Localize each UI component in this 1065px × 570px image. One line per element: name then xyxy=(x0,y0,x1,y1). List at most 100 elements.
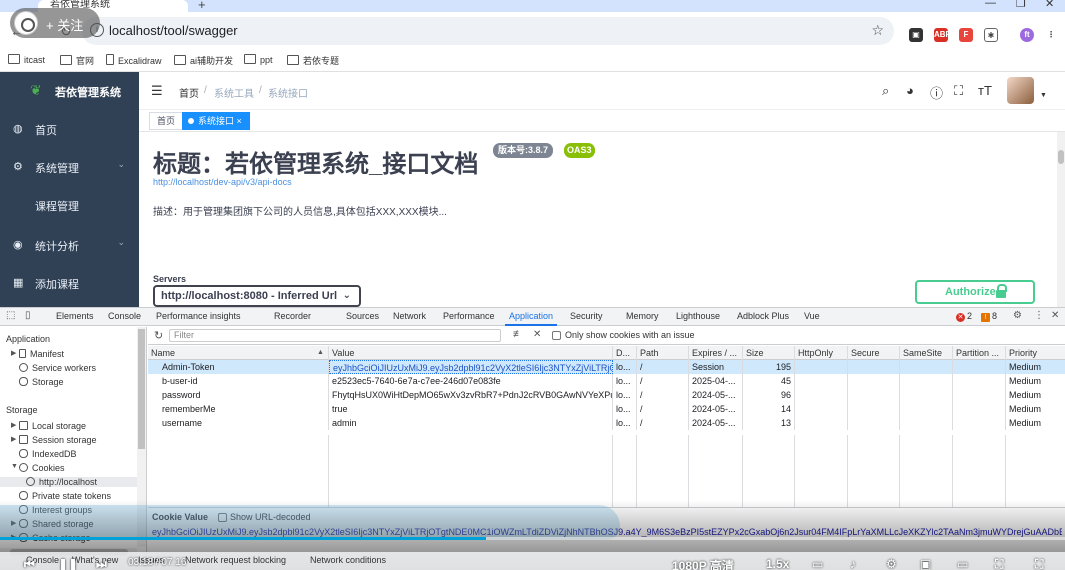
tree-item-session-storage[interactable]: ▶ Session storage xyxy=(11,435,97,445)
profile-icon[interactable]: ft xyxy=(1020,28,1034,42)
column-header[interactable]: Path xyxy=(637,346,689,360)
drawer-tab[interactable]: Network request blocking xyxy=(185,555,286,565)
column-header[interactable]: Value xyxy=(329,346,613,360)
minimize-icon[interactable]: — xyxy=(985,0,996,9)
warning-count[interactable]: ! 8 xyxy=(981,311,997,322)
expand-icon[interactable]: ▶ xyxy=(11,349,16,357)
speed-button[interactable]: 1.5x xyxy=(766,557,789,570)
collapse-icon[interactable]: ▼ xyxy=(11,463,18,470)
hamburger-icon[interactable]: ☰ xyxy=(151,83,163,99)
menu-item-home[interactable]: ◍ 首页 xyxy=(0,110,139,148)
question-icon[interactable]: ⓘ xyxy=(930,83,943,102)
omnibox[interactable]: i localhost/tool/swagger ☆ xyxy=(82,17,894,45)
table-row[interactable]: b-user-id e2523ec5-7640-6e7a-c7ee-246d07… xyxy=(148,374,1065,388)
volume-icon[interactable]: ♪ xyxy=(850,557,856,570)
devtools-tab[interactable]: Vue xyxy=(804,311,820,321)
device-toolbar-icon[interactable]: ▯ xyxy=(25,310,31,321)
refresh-icon[interactable]: ↻ xyxy=(154,329,163,342)
video-progress-bar[interactable] xyxy=(0,537,1065,540)
tag-home[interactable]: 首页 xyxy=(149,112,184,130)
bookmark-star-icon[interactable]: ☆ xyxy=(871,22,884,39)
tree-item-local-storage[interactable]: ▶ Local storage xyxy=(11,421,86,431)
follow-overlay[interactable]: + 关注 xyxy=(10,8,100,38)
font-size-icon[interactable]: ᴛT xyxy=(978,83,992,98)
tree-item-cookies[interactable]: ▼ Cookies xyxy=(11,463,65,473)
fullscreen-icon[interactable]: ⛶ xyxy=(954,83,963,99)
column-header[interactable]: D... xyxy=(613,346,637,360)
authorize-button[interactable]: Authorize xyxy=(915,280,1035,304)
delete-selected-icon[interactable]: ✕ xyxy=(533,329,541,340)
column-header[interactable]: Size xyxy=(743,346,795,360)
column-header[interactable]: Expires / ... xyxy=(689,346,743,360)
table-row[interactable]: rememberMe true lo... / 2024-05-... 14 M… xyxy=(148,402,1065,416)
menu-item-add-course[interactable]: ▦ 添加课程 xyxy=(0,264,139,302)
bookmark-item[interactable]: itcast xyxy=(8,54,45,65)
search-icon[interactable]: ⌕ xyxy=(882,83,889,99)
puzzle-icon[interactable]: ✱ xyxy=(984,28,998,42)
adblock-icon[interactable]: ABP xyxy=(934,28,951,42)
github-icon[interactable]: ◕ xyxy=(906,83,914,98)
tag-system-api[interactable]: 系统接口 × xyxy=(182,112,250,130)
menu-item-system[interactable]: ⚙ 系统管理 ⌄ xyxy=(0,148,139,186)
devtools-tab[interactable]: Adblock Plus xyxy=(737,311,789,321)
next-icon[interactable]: ⏭ xyxy=(96,557,107,570)
tree-item-private-state-tokens[interactable]: Private state tokens xyxy=(19,491,111,501)
breadcrumb-item[interactable]: 系统工具 xyxy=(214,85,254,100)
column-header[interactable]: Secure xyxy=(848,346,900,360)
menu-dots-icon[interactable]: ⋮ xyxy=(1044,28,1058,42)
quality-button[interactable]: 1080P 高清 xyxy=(672,557,734,570)
devtools-tab[interactable]: Memory xyxy=(626,311,659,321)
drawer-tab[interactable]: Network conditions xyxy=(310,555,386,565)
close-icon[interactable]: ✕ xyxy=(1045,0,1054,10)
expand-icon[interactable]: ▶ xyxy=(11,435,16,443)
column-header[interactable]: Priority xyxy=(1006,346,1065,360)
tree-item-manifest[interactable]: ▶ Manifest xyxy=(11,349,64,359)
devtools-tab[interactable]: Console xyxy=(108,311,141,321)
devtools-tab[interactable]: Performance xyxy=(443,311,495,321)
clear-filtered-icon[interactable]: ≢ xyxy=(513,329,523,340)
settings-icon[interactable]: ⚙ xyxy=(886,557,897,570)
more-vert-icon[interactable]: ⋮ xyxy=(1034,310,1044,321)
breadcrumb-item[interactable]: 首页 xyxy=(179,85,199,100)
tree-item-cookie-origin[interactable]: http://localhost xyxy=(0,477,140,487)
bookmark-item[interactable]: 若依专题 xyxy=(287,54,339,67)
tree-item-indexeddb[interactable]: IndexedDB xyxy=(19,449,77,459)
devtools-tab[interactable]: Sources xyxy=(346,311,379,321)
devtools-tab[interactable]: Recorder xyxy=(274,311,311,321)
api-docs-link[interactable]: http://localhost/dev-api/v3/api-docs xyxy=(153,177,292,187)
bookmark-item[interactable]: Excalidraw xyxy=(106,54,162,66)
widescreen-icon[interactable]: ▭ xyxy=(957,557,968,570)
table-row[interactable]: username admin lo... / 2024-05-... 13 Me… xyxy=(148,416,1065,430)
error-count[interactable]: ✕ 2 xyxy=(956,311,972,322)
expand-icon[interactable]: ▶ xyxy=(11,519,16,527)
column-header[interactable]: Partition ... xyxy=(953,346,1006,360)
inspect-icon[interactable]: ⬚ xyxy=(6,310,15,321)
devtools-tab[interactable]: Performance insights xyxy=(156,311,241,321)
new-tab-button[interactable]: + xyxy=(198,0,206,12)
fullscreen-icon[interactable]: ⛶ xyxy=(1035,557,1043,570)
devtools-tab-application[interactable]: Application xyxy=(504,311,558,326)
menu-item-course[interactable]: 课程管理 xyxy=(0,186,139,224)
tree-item-shared-storage[interactable]: ▶ Shared storage xyxy=(11,519,94,529)
restore-icon[interactable]: ❐ xyxy=(1016,0,1026,10)
tree-item-interest-groups[interactable]: Interest groups xyxy=(19,505,92,515)
close-icon[interactable]: ✕ xyxy=(1051,310,1059,321)
sidebar-vscrollbar[interactable] xyxy=(137,327,146,547)
prev-icon[interactable]: ⏮ xyxy=(24,557,35,570)
bookmark-item[interactable]: 官网 xyxy=(60,54,94,67)
menu-item-stats[interactable]: ◉ 统计分析 ⌄ xyxy=(0,226,139,264)
caret-down-icon[interactable]: ▼ xyxy=(1040,92,1047,99)
devtools-tab[interactable]: Network xyxy=(393,311,426,321)
pause-icon[interactable]: ❚❚ xyxy=(58,557,78,570)
table-row[interactable]: Admin-Token eyJhbGciOiJIUzUxMiJ9.eyJsb2d… xyxy=(148,360,1065,374)
devtools-tab[interactable]: Elements xyxy=(56,311,94,321)
url-decoded-checkbox[interactable] xyxy=(218,513,227,522)
page-scrollbar[interactable] xyxy=(1057,132,1065,308)
scroll-thumb[interactable] xyxy=(138,329,145,449)
table-row[interactable]: password FhytqHsUX0WiHtDepMO65wXv3zvRbR7… xyxy=(148,388,1065,402)
tree-item-storage[interactable]: Storage xyxy=(19,377,64,387)
cookie-value-text[interactable]: eyJhbGciOiJIUzUxMiJ9.eyJsb2dpbl91c2VyX2t… xyxy=(152,527,1062,537)
tree-item-service-workers[interactable]: Service workers xyxy=(19,363,96,373)
close-icon[interactable]: × xyxy=(237,116,242,126)
server-select[interactable]: http://localhost:8080 - Inferred Url ⌄ xyxy=(153,285,361,307)
